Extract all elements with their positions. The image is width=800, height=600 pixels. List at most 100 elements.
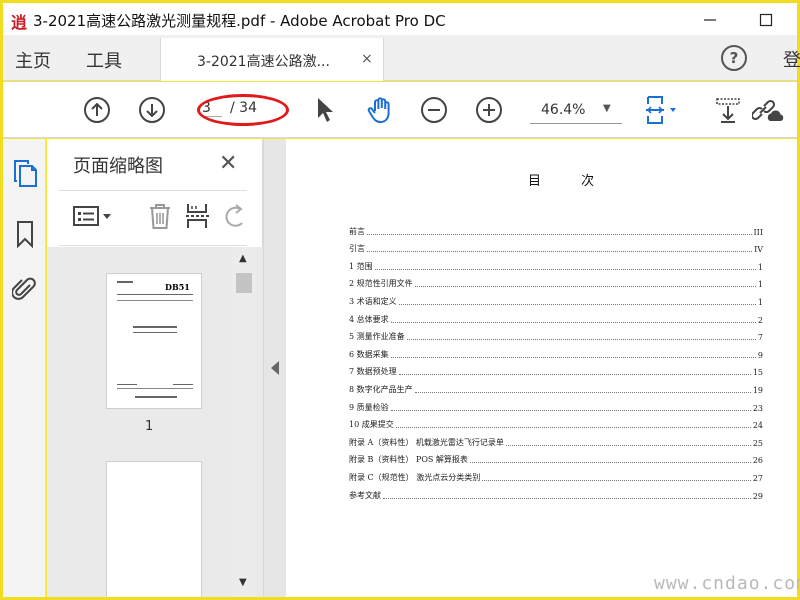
- thumbnail-rule: [117, 300, 193, 301]
- scroll-up-icon[interactable]: ▲: [239, 253, 247, 264]
- toc-entry[interactable]: 前言 III: [349, 219, 763, 237]
- toc-entry[interactable]: 引言 IV: [349, 237, 763, 255]
- toc-entry[interactable]: 参考文献 29: [349, 483, 763, 501]
- toc-entry[interactable]: 10 成果提交 24: [349, 413, 763, 431]
- app-logo: 逍: [11, 13, 28, 32]
- toc-entry-label: 9 质量检验: [349, 401, 391, 413]
- close-panel-button[interactable]: ✕: [219, 151, 237, 176]
- toc-leader-dots: [395, 427, 751, 429]
- toc-leader-dots: [367, 233, 752, 235]
- next-page-button[interactable]: [134, 92, 170, 128]
- divider: [59, 245, 247, 246]
- bookmarks-button[interactable]: [11, 219, 39, 249]
- toc-entry[interactable]: 9 质量检验 23: [349, 395, 763, 413]
- thumbnail-rule: [117, 388, 193, 389]
- toc-entry-page: 26: [752, 456, 763, 466]
- toc-entry[interactable]: 附录 C（规范性） 激光点云分类类别 27: [349, 465, 763, 483]
- zoom-dropdown[interactable]: 46.4% ▼: [530, 96, 622, 124]
- thumbnail-text-line: [117, 281, 133, 283]
- split-page-icon: [186, 204, 210, 228]
- nav-home[interactable]: 主页: [15, 47, 51, 73]
- toc-leader-dots: [374, 268, 756, 270]
- toc-entry[interactable]: 附录 B（资料性） POS 解算报表 26: [349, 448, 763, 466]
- sign-in-link[interactable]: 登: [783, 46, 800, 72]
- scrollbar-thumb[interactable]: [236, 273, 252, 293]
- fit-page-button[interactable]: [643, 92, 679, 128]
- divider: [59, 190, 247, 191]
- bookmark-icon: [17, 221, 33, 248]
- collapse-arrow-icon[interactable]: [271, 361, 279, 375]
- maximize-button[interactable]: [751, 7, 781, 33]
- toc-entry-page: 7: [757, 333, 763, 343]
- toc-entry[interactable]: 5 测量作业准备 7: [349, 325, 763, 343]
- arrow-down-circle-icon: [139, 97, 165, 123]
- annotation-oval: [197, 94, 289, 126]
- table-of-contents: 前言 III 引言 IV 1 范围 1 2 规范性引用文件 1 3 术语和定义 1 4 总体要求 2 5…: [349, 219, 763, 501]
- document-tab[interactable]: 3-2021高速公路激... ×: [160, 38, 384, 81]
- thumbnail-list: DB51 1 ▲ ▼: [47, 247, 263, 597]
- scrollbar[interactable]: ▲ ▼: [232, 247, 256, 597]
- paperclip-icon: [12, 277, 36, 300]
- zoom-out-button[interactable]: [416, 92, 452, 128]
- attachments-button[interactable]: [11, 274, 39, 304]
- rotate-icon: [225, 204, 243, 227]
- thumbnail-panel: 页面缩略图 ✕ DB51 1 ▲ ▼: [47, 139, 263, 597]
- document-tab-label: 3-2021高速公路激...: [197, 54, 330, 70]
- toc-entry[interactable]: 8 数字化产品生产 19: [349, 377, 763, 395]
- plus-circle-icon: [476, 97, 502, 123]
- rotate-page-button[interactable]: [223, 201, 247, 231]
- toc-entry-label: 引言: [349, 243, 367, 255]
- toc-entry-label: 8 数字化产品生产: [349, 383, 415, 395]
- toc-entry-page: 15: [752, 368, 763, 378]
- arrow-up-circle-icon: [84, 97, 110, 123]
- panel-splitter[interactable]: [264, 139, 286, 597]
- toc-entry-label: 前言: [349, 225, 367, 237]
- toc-leader-dots: [414, 286, 756, 288]
- watermark: www.cndao.com: [654, 573, 800, 594]
- toc-entry-label: 参考文献: [349, 489, 383, 501]
- thumbnail-text-line: [117, 294, 193, 295]
- toc-entry[interactable]: 6 数据采集 9: [349, 342, 763, 360]
- toc-leader-dots: [398, 303, 756, 305]
- toc-entry-page: 25: [752, 438, 763, 448]
- toc-entry[interactable]: 4 总体要求 2: [349, 307, 763, 325]
- minimize-button[interactable]: [695, 7, 725, 33]
- nav-tools[interactable]: 工具: [86, 47, 122, 73]
- options-menu-button[interactable]: [71, 201, 117, 231]
- toc-entry[interactable]: 2 规范性引用文件 1: [349, 272, 763, 290]
- toc-entry-label: 附录 A（资料性） 机载激光雷达飞行记录单: [349, 436, 506, 448]
- delete-page-button[interactable]: [145, 201, 175, 231]
- scroll-down-icon[interactable]: ▼: [239, 577, 247, 588]
- prev-page-button[interactable]: [79, 92, 115, 128]
- thumbnail-header: DB51: [165, 282, 190, 292]
- document-page: 目 次 前言 III 引言 IV 1 范围 1 2 规范性引用文件 1 3 术语和定义 1 4 总体…: [286, 139, 800, 597]
- toc-leader-dots: [469, 462, 751, 464]
- toc-entry[interactable]: 附录 A（资料性） 机载激光雷达飞行记录单 25: [349, 430, 763, 448]
- toc-leader-dots: [390, 321, 756, 323]
- select-tool-button[interactable]: [307, 92, 343, 128]
- title-bar: 逍 3-2021高速公路激光测量规程.pdf - Adobe Acrobat P…: [3, 3, 797, 35]
- toc-entry-label: 4 总体要求: [349, 313, 391, 325]
- scroll-mode-button[interactable]: [710, 92, 746, 128]
- toolbar: 3 / 34 46.4% ▼: [3, 82, 797, 138]
- help-icon[interactable]: ?: [721, 45, 747, 71]
- split-page-button[interactable]: [183, 201, 213, 231]
- page-thumbnail[interactable]: DB51: [106, 273, 202, 409]
- toc-entry-page: 2: [757, 315, 763, 325]
- share-link-button[interactable]: [751, 92, 787, 128]
- toc-entry[interactable]: 3 术语和定义 1: [349, 289, 763, 307]
- page-thumbnail[interactable]: [106, 461, 202, 597]
- toc-entry[interactable]: 7 数据预处理 15: [349, 360, 763, 378]
- close-tab-button[interactable]: ×: [361, 51, 373, 67]
- hand-icon: [367, 97, 390, 123]
- toc-entry-label: 1 范围: [349, 260, 375, 272]
- page-thumbnails-button[interactable]: [11, 159, 39, 189]
- toc-entry[interactable]: 1 范围 1: [349, 254, 763, 272]
- thumbnail-text-line: [173, 384, 193, 385]
- hand-tool-button[interactable]: [363, 92, 399, 128]
- fit-page-icon: [646, 96, 676, 124]
- zoom-in-button[interactable]: [471, 92, 507, 128]
- window-title: 3-2021高速公路激光测量规程.pdf - Adobe Acrobat Pro…: [33, 12, 446, 30]
- pages-icon: [14, 160, 37, 187]
- minus-circle-icon: [421, 97, 447, 123]
